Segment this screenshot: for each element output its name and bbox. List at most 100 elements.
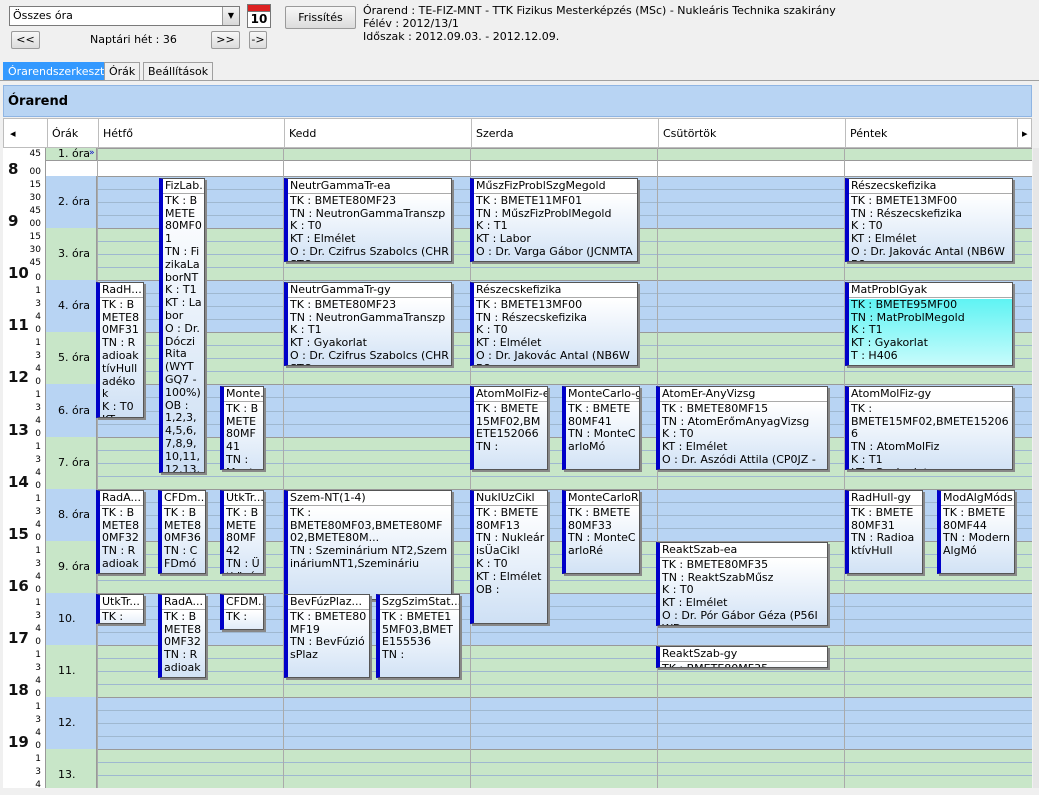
time-tick: 30 xyxy=(29,193,41,203)
timetable-event[interactable]: Monte...TK : BMETE80MF41 TN : MonteC xyxy=(220,386,264,470)
row-subline xyxy=(97,736,1032,737)
hour-label: 11. óra xyxy=(46,645,97,729)
event-title: AtomMolFiz-gy xyxy=(849,388,1012,402)
scroll-left-icon[interactable]: ◂ xyxy=(4,119,47,148)
time-tick: 45 xyxy=(29,206,41,216)
time-tick: 4 xyxy=(35,468,41,478)
timetable-event[interactable]: Részecskefizika TK : BMETE13MF00 TN : Rés… xyxy=(845,178,1013,262)
time-tick: 3 xyxy=(35,663,41,673)
time-tick: 3 xyxy=(35,403,41,413)
timetable-event[interactable]: RadH... TK : BMETE80MF31 TN : RadioaktívH… xyxy=(96,282,144,418)
timetable-event[interactable]: BevFúzPlaz... TK : BMETE80MF19 TN : BevFú… xyxy=(284,594,370,678)
hour-filter-select[interactable]: Összes óra ▼ xyxy=(9,6,240,26)
jump-button[interactable]: -> xyxy=(249,31,267,49)
timetable-info: Órarend : TE-FIZ-MNT - TTK Fizikus Meste… xyxy=(363,4,836,17)
tab-settings[interactable]: Beállítások xyxy=(143,62,214,81)
chevron-down-icon[interactable]: ▼ xyxy=(222,7,239,25)
vertical-scrollbar[interactable] xyxy=(1033,148,1039,788)
hour-label: 7. óra xyxy=(46,437,97,489)
timetable-event[interactable]: SzgSzimStat... TK : BMETE15MF03,BMETE1555… xyxy=(376,594,460,678)
timetable-event[interactable]: RadA... TK : BMETE80MF32 TN : Radioak xyxy=(96,490,144,574)
time-tick: 1 xyxy=(35,598,41,608)
row-gap xyxy=(46,160,1032,176)
timetable-event[interactable]: FizLab...TK : BMETE80MF01 TN : FizikaLab… xyxy=(159,178,205,473)
event-title: RadA... xyxy=(162,596,205,610)
time-tick: 4 xyxy=(35,520,41,530)
timetable-event[interactable]: NuklÜzCikl TK : BMETE80MF13 TN : Nukleári… xyxy=(470,490,548,624)
row-subline xyxy=(97,710,1032,711)
timetable-event[interactable]: MatProblGyak TK : BMETE95MF00 TN : MatPro… xyxy=(845,282,1013,366)
event-title: MűszFizProblSzgMegold xyxy=(474,180,637,194)
event-title: FizLab... xyxy=(163,180,204,194)
event-body: TK : BMETE15MF02,BMETE152066 TN : AtomMo… xyxy=(849,402,1012,469)
hour-marker: 13 xyxy=(8,421,29,439)
time-tick: 00 xyxy=(29,167,41,177)
timetable-event[interactable]: MűszFizProblSzgMegold TK : BMETE11MF01 TN… xyxy=(470,178,638,262)
day-header-monday: Hétfő xyxy=(98,119,133,148)
row-subline xyxy=(97,267,1032,268)
event-body: TK : BMETE80MF44 TN : ModernAlgMó xyxy=(941,506,1014,573)
time-tick: 3 xyxy=(35,351,41,361)
event-title: ÜtkTr... xyxy=(224,492,263,506)
grid-header: ◂ Órák Hétfő Kedd Szerda Csütörtök Pénte… xyxy=(3,118,1032,148)
timetable-event[interactable]: AtomMolFiz-eaTK : BMETE15MF02,BMETE15206… xyxy=(470,386,548,470)
timetable-event[interactable]: NeutrGammaTr-ea TK : BMETE80MF23 TN : Neu… xyxy=(284,178,452,262)
timetable-event[interactable]: RadA... TK : BMETE80MF32 TN : Radioak xyxy=(158,594,206,678)
page-title: Órarend xyxy=(8,94,69,109)
tab-timetable-editor[interactable]: Órarendszerkesztő xyxy=(3,62,117,81)
expand-icon[interactable]: » xyxy=(89,148,95,158)
hour-marker: 8 xyxy=(8,160,19,178)
timetable-event[interactable]: ReaktSzab-gyTK : BMETE80MF35 xyxy=(656,646,828,668)
timetable-event[interactable]: ReaktSzab-ea TK : BMETE80MF35 TN : ReaktS… xyxy=(656,542,828,626)
hour-marker: 11 xyxy=(8,316,29,334)
day-divider xyxy=(97,148,98,788)
timetable-event[interactable]: Részecskefizika TK : BMETE13MF00 TN : Rés… xyxy=(470,282,638,366)
hour-row xyxy=(46,749,1032,788)
next-week-button[interactable]: >> xyxy=(211,31,240,49)
timetable-event[interactable]: RadHull-gy TK : BMETE80MF31 TN : Radioakt… xyxy=(845,490,923,574)
event-title: AtomEr-AnyVizsg xyxy=(660,388,827,402)
hour-marker: 18 xyxy=(8,681,29,699)
time-tick: 3 xyxy=(35,507,41,517)
event-title: CFDM... xyxy=(224,596,263,610)
timetable-event[interactable]: MonteCarloR...TK : BMETE80MF33 TN : Mont… xyxy=(562,490,640,574)
event-title: NeutrGammaTr-gy xyxy=(288,284,451,298)
timetable-event[interactable]: AtomMolFiz-gy TK : BMETE15MF02,BMETE15206… xyxy=(845,386,1013,470)
timetable-event[interactable]: CFDm... TK : BMETE80MF36 TN : CFDmó xyxy=(158,490,206,574)
timetable-event[interactable]: CFDM...TK : xyxy=(220,594,264,630)
hour-label: 6. óra xyxy=(46,384,97,437)
event-body: TK : BMETE80MF03,BMETE80MF02,BMETE80M...… xyxy=(288,506,451,599)
hour-label: 2. óra xyxy=(46,176,97,228)
tab-hours[interactable]: Órák xyxy=(104,62,141,81)
time-tick: 00 xyxy=(29,219,41,229)
time-tick: 0 xyxy=(35,689,41,699)
day-header-tuesday: Kedd xyxy=(284,119,316,148)
time-tick: 15 xyxy=(29,232,41,242)
timetable-grid[interactable]: 45 00 15 30 45 00 15 30 45 0 1 3 4 0 1 3 4 0 1 3 4 0 1 3 4 0 1 3 4 0 1… xyxy=(3,148,1032,788)
hour-label: 3. óra xyxy=(46,228,97,280)
prev-week-button[interactable]: << xyxy=(11,31,40,49)
event-body: TK : BMETE80MF32 TN : Radioak xyxy=(162,610,205,677)
calendar-icon[interactable]: 10 xyxy=(247,4,271,28)
time-tick: 3 xyxy=(35,715,41,725)
timetable-event[interactable]: ÜtkTr...TK : BMETE80MF42 TN : Ütközés xyxy=(220,490,264,574)
hour-marker: 17 xyxy=(8,629,29,647)
timetable-event[interactable]: AtomEr-AnyVizsg TK : BMETE80MF15 TN : Ato… xyxy=(656,386,828,470)
event-title: BevFúzPlaz... xyxy=(288,596,369,610)
hour-marker: 9 xyxy=(8,212,19,230)
event-title: ÜtkTr... xyxy=(100,596,143,610)
timetable-event[interactable]: ModAlgMóds...TK : BMETE80MF44 TN : Moder… xyxy=(937,490,1015,574)
scroll-right-icon[interactable]: ▸ xyxy=(1017,119,1028,148)
timetable-event[interactable]: ÜtkTr... TK : xyxy=(96,594,144,624)
timetable-event[interactable]: Szem-NT(1-4) TK : BMETE80MF03,BMETE80MF02… xyxy=(284,490,452,600)
hour-label: 10. óra xyxy=(46,593,97,677)
time-tick: 1 xyxy=(35,546,41,556)
timetable-event[interactable]: NeutrGammaTr-gy TK : BMETE80MF23 TN : Neu… xyxy=(284,282,452,366)
refresh-button[interactable]: Frissítés xyxy=(285,6,356,29)
time-tick: 0 xyxy=(35,325,41,335)
timetable-event[interactable]: MonteCarlo-gyTK : BMETE80MF41 TN : Monte… xyxy=(562,386,640,470)
time-tick: 1 xyxy=(35,494,41,504)
period-info: Időszak : 2012.09.03. - 2012.12.09. xyxy=(363,30,560,43)
event-title: AtomMolFiz-ea xyxy=(474,388,547,402)
time-tick: 4 xyxy=(35,312,41,322)
